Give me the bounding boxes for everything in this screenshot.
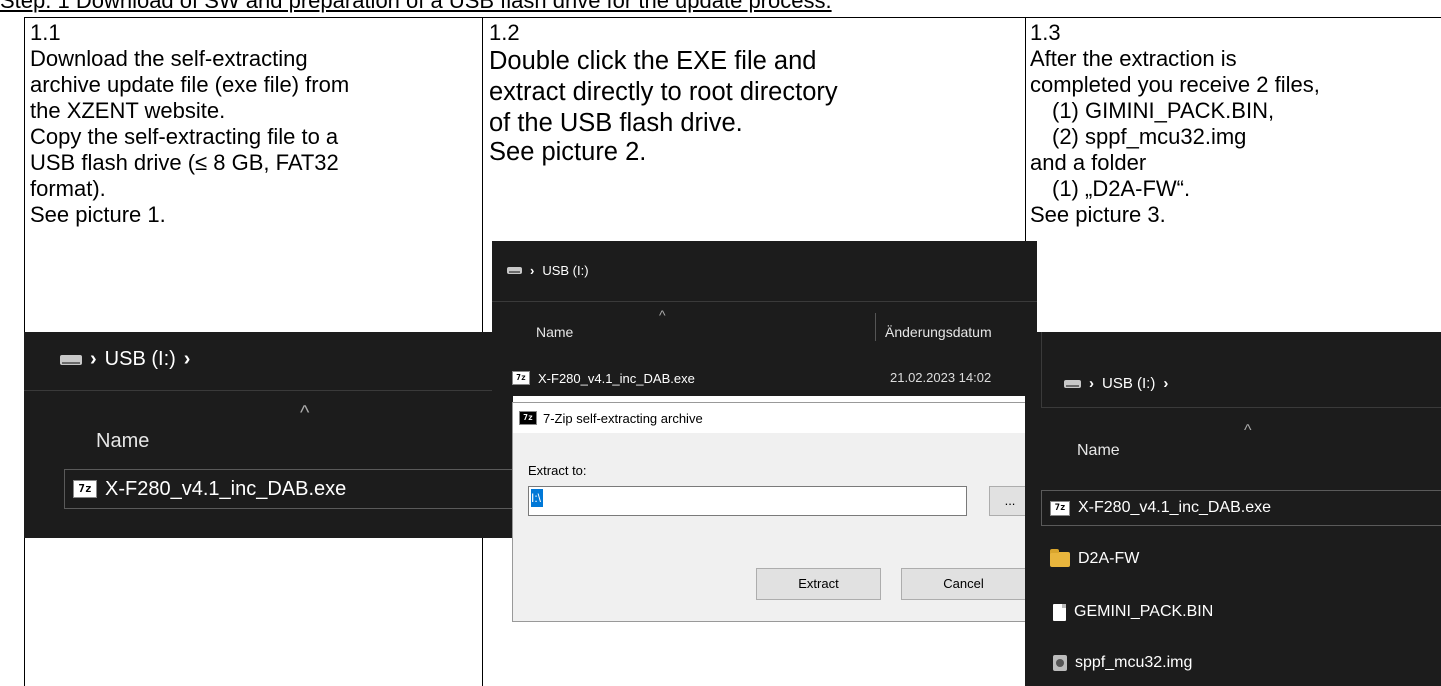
7zip-icon: 7z	[512, 371, 530, 385]
chevron-right-icon: ›	[90, 348, 97, 370]
step-number: 1.2	[489, 20, 520, 45]
dialog-title: 7-Zip self-extracting archive	[543, 410, 703, 426]
table-top-border	[24, 17, 1441, 18]
disk-image-icon	[1053, 655, 1067, 671]
picture-3-explorer: › USB (I:) › ^ Name 7z X-F280_v4.1_inc_D…	[1025, 332, 1441, 686]
step-text-line: of the USB flash drive.	[489, 109, 743, 137]
drive-icon	[507, 267, 522, 274]
step-1-1: 1.1 Download the self-extracting archive…	[30, 20, 349, 228]
step-text-line: format).	[30, 176, 106, 201]
step-file-item: (2) sppf_mcu32.img	[1052, 124, 1247, 149]
step-text-line: and a folder	[1030, 150, 1147, 175]
step-text-line: archive update file (exe file) from	[30, 72, 350, 97]
step-text-line: Double click the EXE file and	[489, 47, 817, 75]
7zip-icon: 7z	[519, 411, 537, 425]
file-name: X-F280_v4.1_inc_DAB.exe	[538, 370, 695, 386]
file-row[interactable]: sppf_mcu32.img	[1053, 654, 1192, 672]
file-row[interactable]: 7z X-F280_v4.1_inc_DAB.exe	[1041, 490, 1441, 526]
drive-icon	[1064, 379, 1081, 388]
step-text-line: See picture 2.	[489, 138, 647, 166]
cancel-button[interactable]: Cancel	[901, 568, 1026, 600]
extract-path-input[interactable]: I:\	[528, 486, 967, 516]
step-text-line: See picture 1.	[30, 202, 166, 227]
breadcrumb-drive: USB (I:)	[542, 263, 589, 278]
extract-path-value: I:\	[531, 489, 543, 507]
step-text-line: See picture 3.	[1030, 202, 1166, 227]
dialog-titlebar: 7z 7-Zip self-extracting archive	[513, 403, 1043, 433]
folder-name: D2A-FW	[1078, 550, 1140, 567]
file-name: X-F280_v4.1_inc_DAB.exe	[105, 477, 347, 500]
step-text-line: the XZENT website.	[30, 98, 226, 123]
step-1-2: 1.2 Double click the EXE file and extrac…	[489, 20, 838, 165]
step-number: 1.3	[1030, 20, 1061, 45]
step-file-item: (1) GIMINI_PACK.BIN,	[1052, 98, 1275, 123]
file-date: 21.02.2023 14:02	[890, 370, 992, 385]
file-name: X-F280_v4.1_inc_DAB.exe	[1078, 499, 1271, 516]
chevron-right-icon: ›	[183, 348, 191, 370]
column-header-name[interactable]: Name	[1077, 442, 1120, 460]
step-text-line: Copy the self-extracting file to a	[30, 124, 339, 149]
file-row[interactable]: 7z X-F280_v4.1_inc_DAB.exe	[64, 469, 513, 509]
chevron-right-icon: ›	[1089, 375, 1094, 392]
column-header-date[interactable]: Änderungsdatum	[885, 324, 992, 340]
drive-icon	[60, 354, 82, 365]
extract-label: Extract to:	[528, 463, 587, 478]
step-text-line: USB flash drive (≤ 8 GB, FAT32	[30, 150, 339, 175]
breadcrumb[interactable]: › USB (I:) ›	[60, 348, 190, 371]
7zip-icon: 7z	[1050, 500, 1070, 516]
file-name: GEMINI_PACK.BIN	[1074, 603, 1214, 620]
picture-1-explorer: › USB (I:) › ^ Name 7z X-F280_v4.1_inc_D…	[24, 332, 513, 538]
file-name: sppf_mcu32.img	[1075, 654, 1193, 671]
7zip-icon: 7z	[73, 480, 97, 498]
folder-icon	[1050, 548, 1070, 567]
chevron-right-icon: ›	[530, 263, 535, 278]
step-1-3: 1.3 After the extraction is completed yo…	[1030, 20, 1320, 228]
sort-caret-icon: ^	[659, 307, 666, 323]
step-folder-item: (1) „D2A-FW“.	[1052, 176, 1191, 201]
column-header-name[interactable]: Name	[536, 324, 573, 340]
folder-row[interactable]: D2A-FW	[1050, 548, 1140, 568]
7zip-dialog: 7z 7-Zip self-extracting archive × Extra…	[512, 402, 1044, 622]
step-text-line: After the extraction is	[1030, 46, 1237, 71]
picture-2-explorer: › USB (I:) ^ Name Änderungsdatum 7z X-F2…	[492, 241, 1037, 396]
breadcrumb[interactable]: › USB (I:)	[507, 263, 589, 278]
step-text-line: extract directly to root directory	[489, 78, 838, 106]
file-icon	[1053, 603, 1066, 621]
breadcrumb-drive: USB (I:)	[104, 348, 176, 370]
chevron-right-icon: ›	[1163, 375, 1169, 392]
sort-caret-icon: ^	[300, 402, 310, 424]
extract-button[interactable]: Extract	[756, 568, 881, 600]
breadcrumb-drive: USB (I:)	[1102, 375, 1156, 392]
page-heading: Step. 1 Download of SW and preparation o…	[0, 0, 832, 13]
file-row[interactable]: GEMINI_PACK.BIN	[1053, 603, 1213, 621]
sort-caret-icon: ^	[1244, 422, 1252, 439]
column-header-name[interactable]: Name	[96, 430, 149, 453]
step-text-line: completed you receive 2 files,	[1030, 72, 1320, 97]
breadcrumb[interactable]: › USB (I:) ›	[1064, 375, 1168, 392]
step-number: 1.1	[30, 20, 61, 45]
step-text-line: Download the self-extracting	[30, 46, 308, 71]
